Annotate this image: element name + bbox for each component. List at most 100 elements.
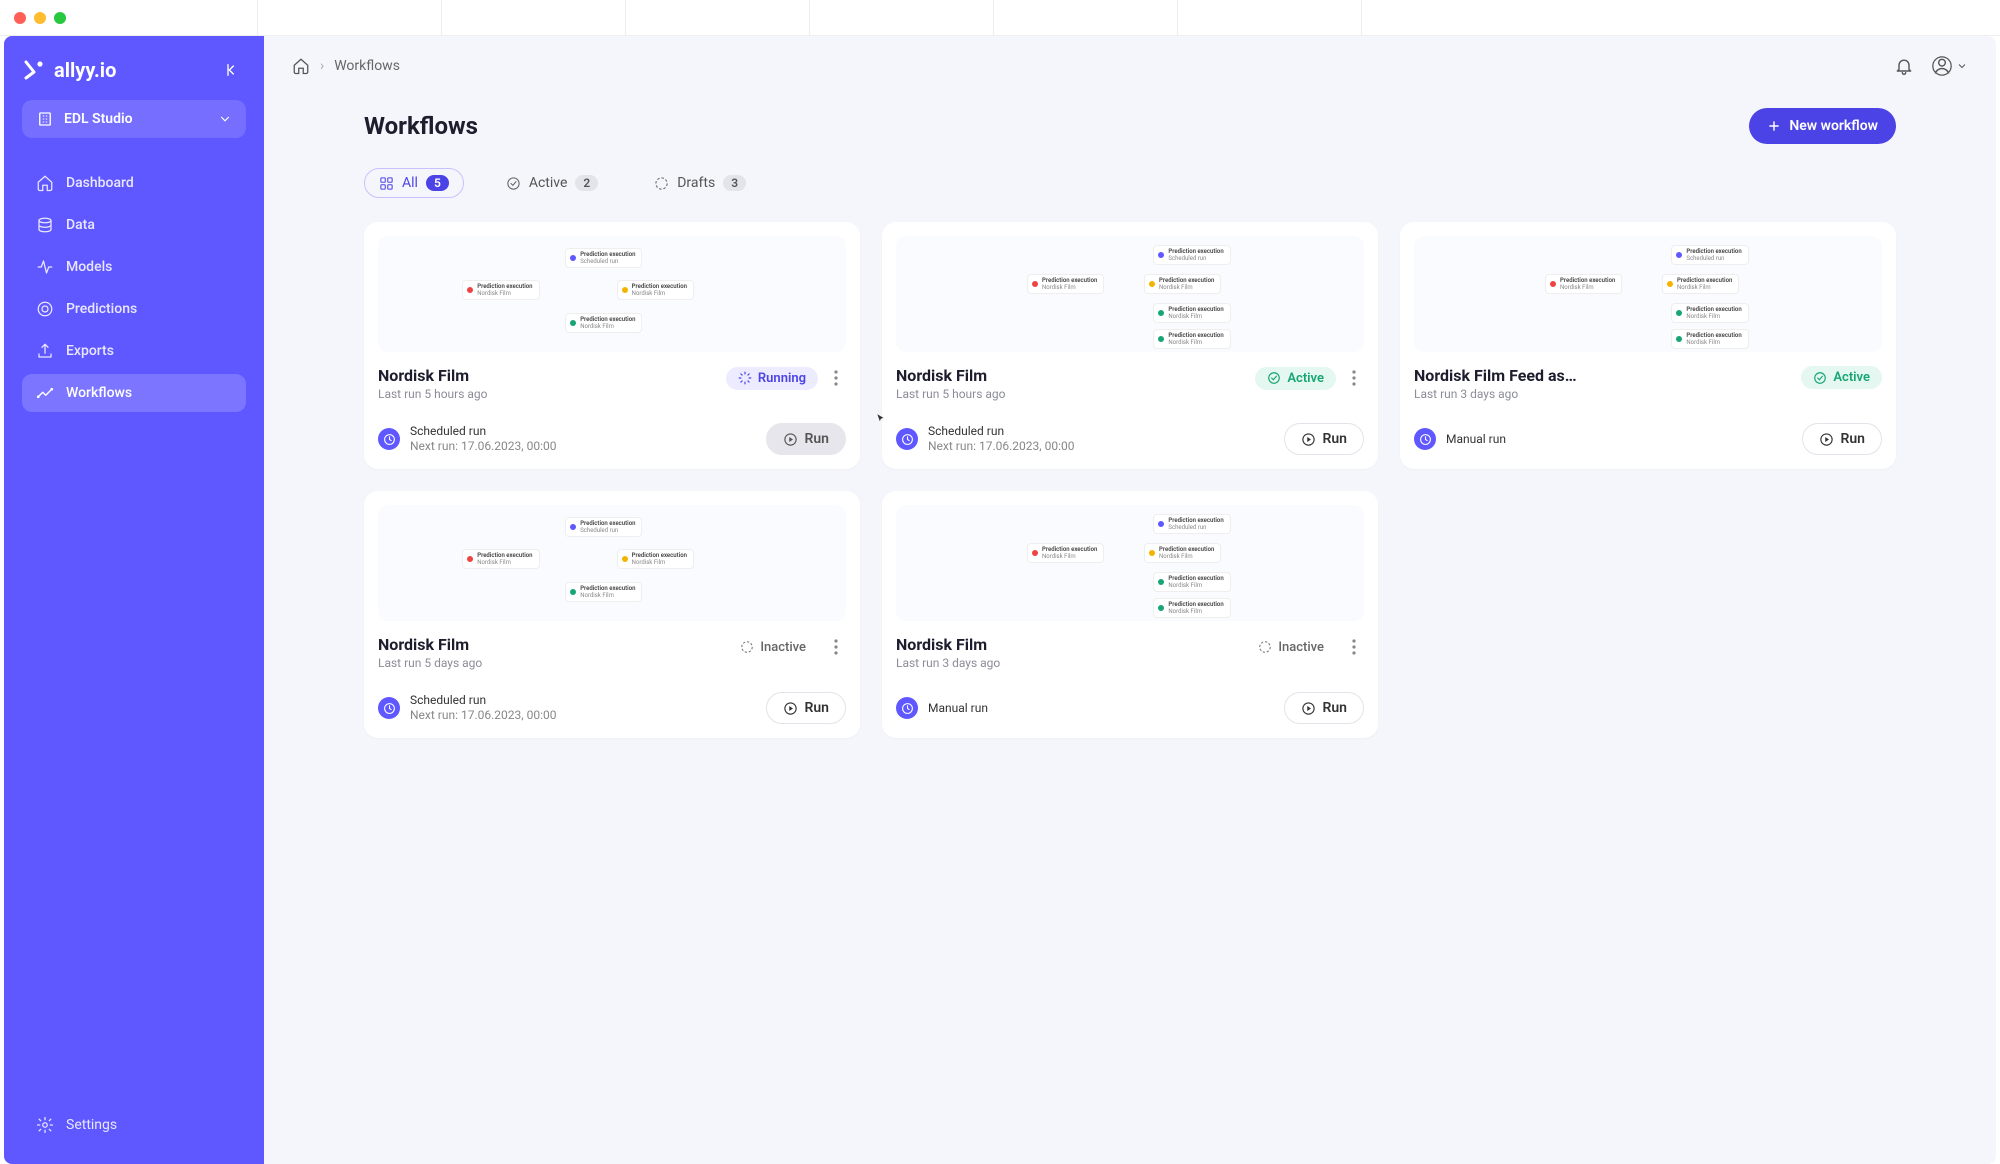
filter-tabs: All 5 Active 2 Drafts 3 [364,168,1896,198]
workflow-title: Nordisk Film [378,366,488,385]
logo-icon [22,58,46,82]
schedule-icon-wrap [378,428,400,450]
browser-tab[interactable] [810,0,994,36]
run-button[interactable]: Run [766,692,846,724]
breadcrumb: › Workflows [292,57,400,75]
workflow-title: Nordisk Film [896,635,1000,654]
browser-tab[interactable] [994,0,1178,36]
workflow-last-run: Last run 3 days ago [896,656,1000,670]
window-minimize-icon[interactable] [34,12,46,24]
nav-label: Data [66,217,95,233]
run-button[interactable]: Run [1284,423,1364,455]
card-more-button[interactable] [1344,635,1364,659]
check-circle-icon [506,176,521,191]
filter-label: All [402,175,418,191]
check-circle-icon [1813,371,1827,385]
filter-active[interactable]: Active 2 [492,168,612,198]
workflow-card[interactable]: Prediction executionScheduled run Predic… [364,222,860,469]
sidebar-item-models[interactable]: Models [22,248,246,286]
schedule-info: Manual run [896,697,988,719]
status-badge: Active [1255,367,1336,390]
browser-chrome [0,0,2000,36]
browser-tab[interactable] [258,0,442,36]
workflow-title: Nordisk Film Feed asdas... [1414,366,1584,385]
schedule-icon-wrap [896,428,918,450]
brand-name: allyy.io [54,58,116,82]
browser-tab[interactable] [74,0,258,36]
new-button-label: New workflow [1789,118,1878,134]
status-badge: Active [1801,366,1882,389]
bell-icon [1894,56,1914,76]
nav-label: Exports [66,343,114,359]
workflow-card[interactable]: Prediction executionScheduled run Predic… [882,222,1378,469]
new-workflow-button[interactable]: New workflow [1749,108,1896,144]
spinner-icon [738,371,752,385]
check-circle-icon [1267,371,1281,385]
card-more-button[interactable] [1344,366,1364,390]
upload-icon [36,342,54,360]
user-icon [1932,56,1952,76]
breadcrumb-separator: › [320,58,324,74]
workspace-select[interactable]: EDL Studio [22,100,246,138]
sidebar-item-data[interactable]: Data [22,206,246,244]
clock-icon [901,702,914,715]
clock-icon [901,433,914,446]
schedule-icon-wrap [896,697,918,719]
filter-count: 2 [575,175,598,191]
sidebar-item-dashboard[interactable]: Dashboard [22,164,246,202]
filter-drafts[interactable]: Drafts 3 [640,168,760,198]
workflow-card[interactable]: Prediction executionScheduled run Predic… [882,491,1378,738]
database-icon [36,216,54,234]
browser-tab[interactable] [442,0,626,36]
clock-icon [1419,433,1432,446]
more-vertical-icon [1352,639,1356,655]
schedule-info: Scheduled runNext run: 17.06.2023, 00:00 [378,424,556,454]
nav-label: Dashboard [66,175,134,191]
nav-label: Predictions [66,301,137,317]
sidebar-item-workflows[interactable]: Workflows [22,374,246,412]
workflow-card[interactable]: Prediction executionScheduled run Predic… [364,491,860,738]
nav-label: Models [66,259,112,275]
sidebar-item-predictions[interactable]: Predictions [22,290,246,328]
card-more-button[interactable] [826,366,846,390]
filter-label: Active [529,175,568,191]
workflow-title: Nordisk Film [896,366,1006,385]
user-menu-button[interactable] [1932,54,1968,78]
workflow-thumbnail: Prediction executionScheduled run Predic… [896,236,1364,352]
browser-tab[interactable] [1178,0,1362,36]
sidebar-item-settings[interactable]: Settings [22,1106,246,1144]
sidebar-item-exports[interactable]: Exports [22,332,246,370]
card-more-button[interactable] [826,635,846,659]
filter-all[interactable]: All 5 [364,168,464,198]
chevron-down-icon [218,112,232,126]
play-circle-icon [783,432,798,447]
more-vertical-icon [1352,370,1356,386]
window-close-icon[interactable] [14,12,26,24]
more-vertical-icon [834,639,838,655]
workflow-title: Nordisk Film [378,635,482,654]
run-button[interactable]: Run [766,423,846,455]
dashed-circle-icon [740,640,754,654]
workflow-card[interactable]: Prediction executionScheduled run Predic… [1400,222,1896,469]
play-circle-icon [1819,432,1834,447]
schedule-info: Scheduled runNext run: 17.06.2023, 00:00 [378,693,556,723]
activity-icon [36,258,54,276]
workflow-last-run: Last run 3 days ago [1414,387,1584,401]
page-title: Workflows [364,112,478,140]
browser-tab[interactable] [626,0,810,36]
sidebar-collapse-button[interactable] [218,56,246,84]
filter-count: 3 [723,175,746,191]
more-vertical-icon [834,370,838,386]
run-button[interactable]: Run [1802,423,1882,455]
workflow-icon [36,384,54,402]
breadcrumb-page[interactable]: Workflows [334,58,400,74]
main: › Workflows Workflows New workflow [264,36,1996,1164]
window-maximize-icon[interactable] [54,12,66,24]
filter-count: 5 [426,175,449,191]
logo[interactable]: allyy.io [22,58,116,82]
home-icon[interactable] [292,57,310,75]
dashed-circle-icon [1258,640,1272,654]
collapse-icon [224,62,240,78]
notifications-button[interactable] [1892,54,1916,78]
run-button[interactable]: Run [1284,692,1364,724]
